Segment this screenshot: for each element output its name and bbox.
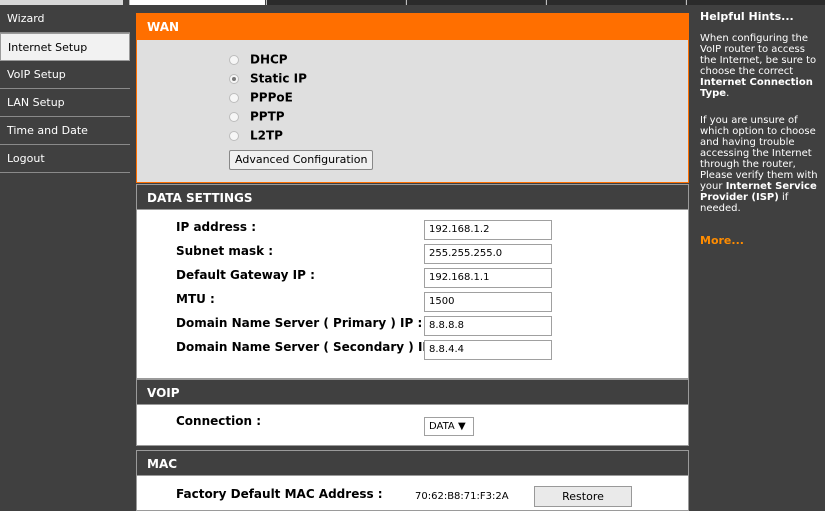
hints-paragraph-2: If you are unsure of which option to cho… (700, 115, 818, 214)
radio-pppoe-button[interactable] (229, 93, 239, 103)
hints-p1-emphasis: Internet Connection Type (700, 77, 813, 99)
radio-static-ip[interactable]: Static IP (229, 69, 307, 88)
radio-l2tp-label: L2TP (250, 128, 283, 143)
sidebar-item-voip-setup[interactable]: VoIP Setup (0, 61, 130, 89)
radio-dhcp-button[interactable] (229, 55, 239, 65)
data-settings-body: IP address : 192.168.1.2 Subnet mask : 2… (136, 210, 689, 379)
connection-label: Connection : (176, 414, 262, 428)
radio-pptp-button[interactable] (229, 112, 239, 122)
hints-more-link[interactable]: More... (700, 234, 744, 247)
wan-section: WAN DHCP Static IP PPPoE PPTP L2TP Advan… (136, 13, 689, 183)
data-settings-section: DATA SETTINGS IP address : 192.168.1.2 S… (136, 184, 689, 379)
main-content: WAN DHCP Static IP PPPoE PPTP L2TP Advan… (136, 8, 689, 511)
mac-body: Factory Default MAC Address : 70:62:B8:7… (136, 476, 689, 511)
sidebar-nav: Wizard Internet Setup VoIP Setup LAN Set… (0, 5, 130, 510)
factory-mac-label: Factory Default MAC Address : (176, 487, 383, 501)
top-tab-setup[interactable] (129, 0, 265, 5)
voip-section: VOIP Connection : DATA ▼ (136, 379, 689, 446)
default-gateway-input[interactable]: 192.168.1.1 (424, 268, 552, 288)
radio-pptp-label: PPTP (250, 109, 285, 124)
restore-button[interactable]: Restore (534, 486, 632, 507)
mac-section: MAC Factory Default MAC Address : 70:62:… (136, 450, 689, 511)
wan-header: WAN (137, 14, 688, 40)
ip-address-input[interactable]: 192.168.1.2 (424, 220, 552, 240)
data-settings-header: DATA SETTINGS (136, 184, 689, 210)
radio-dhcp-label: DHCP (250, 52, 288, 67)
mtu-label: MTU : (176, 292, 215, 306)
factory-mac-value: 70:62:B8:71:F3:2A (415, 491, 509, 502)
top-tab-3[interactable] (406, 0, 545, 5)
subnet-mask-label: Subnet mask : (176, 244, 274, 258)
top-tab-4[interactable] (546, 0, 685, 5)
hints-paragraph-1: When configuring the VoIP router to acce… (700, 33, 818, 99)
sidebar-item-wizard[interactable]: Wizard (0, 5, 130, 33)
radio-pppoe[interactable]: PPPoE (229, 88, 293, 107)
sidebar-item-internet-setup[interactable]: Internet Setup (0, 33, 130, 61)
sidebar-item-logout[interactable]: Logout (0, 145, 130, 173)
radio-static-ip-label: Static IP (250, 71, 307, 86)
hints-title: Helpful Hints... (700, 10, 794, 23)
advanced-configuration-button[interactable]: Advanced Configuration (229, 150, 374, 170)
dns-secondary-label: Domain Name Server ( Secondary ) IP : (176, 340, 441, 354)
subnet-mask-input[interactable]: 255.255.255.0 (424, 244, 552, 264)
dns-primary-input[interactable]: 8.8.8.8 (424, 316, 552, 336)
voip-body: Connection : DATA ▼ (136, 405, 689, 446)
radio-dhcp[interactable]: DHCP (229, 50, 288, 69)
top-tab-2[interactable] (266, 0, 405, 5)
radio-l2tp-button[interactable] (229, 131, 239, 141)
ip-address-label: IP address : (176, 220, 257, 234)
hints-p1-text: When configuring the VoIP router to acce… (700, 33, 817, 77)
radio-static-ip-button[interactable] (229, 74, 239, 84)
dns-primary-label: Domain Name Server ( Primary ) IP : (176, 316, 423, 330)
radio-pppoe-label: PPPoE (250, 90, 293, 105)
sidebar-item-lan-setup[interactable]: LAN Setup (0, 89, 130, 117)
radio-pptp[interactable]: PPTP (229, 107, 285, 126)
helpful-hints-panel: Helpful Hints... When configuring the Vo… (695, 5, 825, 510)
default-gateway-label: Default Gateway IP : (176, 268, 315, 282)
connection-select[interactable]: DATA ▼ (424, 417, 474, 436)
mtu-input[interactable]: 1500 (424, 292, 552, 312)
radio-l2tp[interactable]: L2TP (229, 126, 283, 145)
dns-secondary-input[interactable]: 8.8.4.4 (424, 340, 552, 360)
mac-header: MAC (136, 450, 689, 476)
voip-header: VOIP (136, 379, 689, 405)
sidebar-item-time-and-date[interactable]: Time and Date (0, 117, 130, 145)
hints-p1-end: . (726, 88, 730, 99)
